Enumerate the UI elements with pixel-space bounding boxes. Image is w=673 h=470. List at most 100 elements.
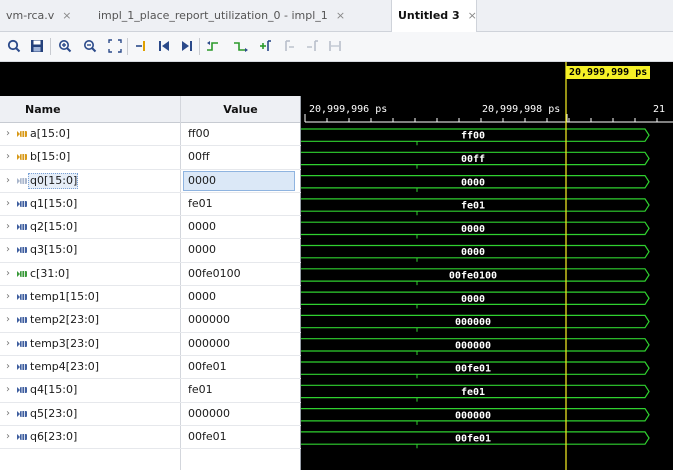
- signal-row[interactable]: › b[15:0] 00ff: [0, 146, 301, 170]
- bus-input-icon: [17, 131, 27, 137]
- zoom-out-icon[interactable]: [81, 37, 99, 55]
- signal-row[interactable]: › q1[15:0] fe01: [0, 193, 301, 217]
- signal-row[interactable]: › a[15:0] ff00: [0, 123, 301, 147]
- expand-arrow-icon[interactable]: ›: [6, 333, 10, 355]
- go-to-cursor-icon[interactable]: [132, 37, 150, 55]
- waveform-value-label: 0000: [461, 294, 485, 305]
- swap-cursors-icon[interactable]: [326, 37, 344, 55]
- waveform-value-label: 0000: [461, 247, 485, 258]
- signal-name: temp4[23:0]: [30, 359, 100, 373]
- signal-value: 00fe01: [188, 359, 227, 373]
- tab-vm-rca[interactable]: vm-rca.v ×: [0, 0, 72, 32]
- signal-row[interactable]: › q4[15:0] fe01: [0, 379, 301, 403]
- signal-name: c[31:0]: [30, 266, 70, 280]
- signal-name: b[15:0]: [30, 150, 71, 164]
- expand-arrow-icon[interactable]: ›: [6, 216, 10, 238]
- next-transition-icon[interactable]: [232, 37, 250, 55]
- bus-icon: [17, 294, 27, 301]
- bus-icon: [17, 247, 27, 254]
- cursor-time-label: 20,999,999 ps: [566, 66, 651, 79]
- bus-output-icon: [17, 270, 27, 277]
- expand-arrow-icon[interactable]: ›: [6, 193, 10, 215]
- expand-arrow-icon[interactable]: ›: [6, 239, 10, 261]
- waveform-toolbar: [0, 32, 673, 62]
- waveform-value-label: 00ff: [461, 154, 485, 165]
- previous-transition-icon[interactable]: [205, 37, 223, 55]
- zoom-fit-icon[interactable]: [106, 37, 124, 55]
- signal-name: q3[15:0]: [30, 243, 78, 257]
- waveform-value-label: fe01: [461, 387, 485, 398]
- signal-value: 0000: [188, 220, 216, 234]
- signal-value: 0000: [188, 290, 216, 304]
- bus-icon: [17, 317, 27, 324]
- signal-row[interactable]: › c[31:0] 00fe0100: [0, 263, 301, 287]
- expand-arrow-icon[interactable]: ›: [6, 286, 10, 308]
- signal-row[interactable]: › q0[15:0] 0000: [0, 170, 301, 193]
- tab-close-icon[interactable]: ×: [336, 9, 345, 22]
- expand-arrow-icon[interactable]: ›: [6, 123, 10, 145]
- signal-value: 000000: [188, 313, 230, 327]
- signal-name: temp1[15:0]: [30, 290, 100, 304]
- expand-arrow-icon[interactable]: ›: [6, 309, 10, 331]
- tab-untitled-3[interactable]: Untitled 3 ×: [391, 0, 477, 32]
- signal-row[interactable]: › q5[23:0] 000000: [0, 403, 301, 426]
- signal-value: 0000: [188, 243, 216, 257]
- waveform-value-label: 000000: [455, 340, 491, 351]
- expand-arrow-icon[interactable]: ›: [6, 263, 10, 285]
- signal-value: 000000: [188, 406, 230, 420]
- previous-marker-icon[interactable]: [280, 37, 298, 55]
- signal-value: 00fe0100: [188, 266, 241, 280]
- signal-row[interactable]: › temp2[23:0] 000000: [0, 309, 301, 333]
- waveform-value-label: ff00: [461, 131, 485, 142]
- save-icon[interactable]: [28, 37, 46, 55]
- signal-row[interactable]: › temp3[23:0] 000000: [0, 333, 301, 356]
- expand-arrow-icon[interactable]: ›: [6, 426, 10, 448]
- bus-icon: [17, 363, 27, 370]
- expand-arrow-icon[interactable]: ›: [6, 170, 10, 192]
- expand-arrow-icon[interactable]: ›: [6, 146, 10, 168]
- signal-name: a[15:0]: [30, 127, 71, 140]
- waveform-area[interactable]: ff00 00ff 0000 fe01 0000 0000 00fe0100 0000 00 00…: [301, 62, 673, 470]
- expand-arrow-icon[interactable]: ›: [6, 403, 10, 425]
- tab-close-icon[interactable]: ×: [62, 9, 71, 22]
- time-tick-label: 21: [653, 104, 666, 115]
- signal-list: › a[15:0] ff00 › b[15:0] 00ff › q0[15:0] 0000 › q1…: [0, 123, 301, 450]
- name-pane-header-strip: [0, 62, 301, 96]
- waveform-value-label: 000000: [455, 410, 491, 421]
- go-to-end-icon[interactable]: [178, 37, 196, 55]
- waveform-value-label: 0000: [461, 177, 485, 188]
- bus-icon: [17, 433, 27, 440]
- editor-tab-bar: vm-rca.v × impl_1_place_report_utilizatio…: [0, 0, 673, 32]
- search-icon[interactable]: [5, 37, 23, 55]
- next-marker-icon[interactable]: [303, 37, 321, 55]
- waveform-value-label: 000000: [455, 317, 491, 328]
- bus-icon: [17, 387, 27, 394]
- expand-arrow-icon[interactable]: ›: [6, 379, 10, 401]
- signal-name: q2[15:0]: [30, 220, 78, 234]
- signal-name: temp3[23:0]: [30, 336, 100, 350]
- go-to-start-icon[interactable]: [155, 37, 173, 55]
- name-column-header[interactable]: Name: [0, 96, 180, 123]
- signal-value: 000000: [188, 336, 230, 350]
- signal-row[interactable]: › temp1[15:0] 0000: [0, 286, 301, 310]
- zoom-in-icon[interactable]: [56, 37, 74, 55]
- signal-row[interactable]: › temp4[23:0] 00fe01: [0, 356, 301, 380]
- signal-value: fe01: [188, 196, 213, 210]
- add-marker-icon[interactable]: [257, 37, 275, 55]
- waveform-canvas[interactable]: ff00 00ff 0000 fe01 0000 0000 00fe0100 000000 00…: [301, 62, 673, 470]
- signal-name: temp2[23:0]: [30, 313, 100, 327]
- expand-arrow-icon[interactable]: ›: [6, 356, 10, 378]
- bus-icon: [17, 410, 27, 417]
- bus-input-icon: [17, 154, 27, 161]
- bus-disabled-icon: [17, 177, 27, 184]
- tab-close-icon[interactable]: ×: [468, 9, 477, 22]
- signal-value: 0000: [188, 173, 216, 187]
- signal-value: 00fe01: [188, 429, 227, 443]
- signal-row[interactable]: › q3[15:0] 0000: [0, 239, 301, 263]
- tab-utilization-report[interactable]: impl_1_place_report_utilization_0 - impl…: [92, 0, 345, 32]
- signal-row[interactable]: › q2[15:0] 0000: [0, 216, 301, 240]
- signal-row[interactable]: › q6[23:0] 00fe01: [0, 426, 301, 450]
- time-tick-label: 20,999,998 ps: [482, 104, 561, 115]
- value-column-header[interactable]: Value: [180, 96, 301, 123]
- waveform-value-label: 00fe0100: [449, 270, 497, 281]
